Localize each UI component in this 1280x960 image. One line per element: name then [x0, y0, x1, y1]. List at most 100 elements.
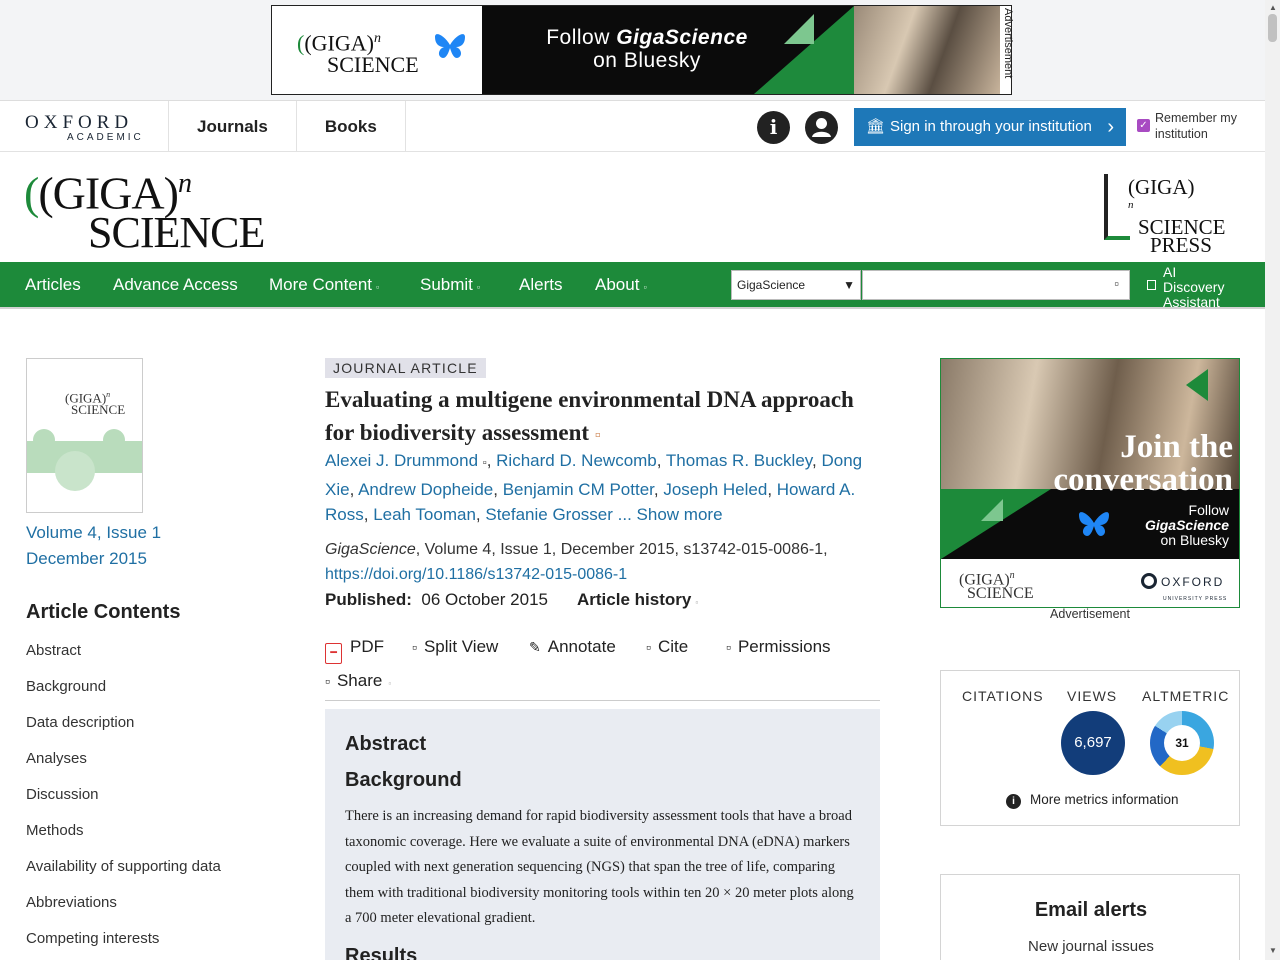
right-ad-headline-line1: Join the	[1120, 429, 1233, 465]
views-label: VIEWS	[1067, 688, 1118, 704]
cover-logo-line2: SCIENCE	[71, 402, 126, 418]
author-link[interactable]: Alexei J. Drummond	[325, 451, 478, 470]
institution-bank-icon: 🏛	[866, 118, 886, 135]
right-ad-follow-line3: on Bluesky	[1160, 532, 1229, 548]
scrollbar-thumb[interactable]	[1268, 14, 1277, 42]
toc-item-abstract[interactable]: Abstract	[26, 641, 221, 677]
share-button[interactable]: ▫ Share ▫	[325, 670, 391, 695]
scroll-up-arrow-icon[interactable]: ▲	[1269, 3, 1277, 12]
article-type-badge: JOURNAL ARTICLE	[325, 358, 486, 378]
article-contents-heading: Article Contents	[26, 601, 181, 623]
top-advertisement-banner[interactable]: ((GIGA)n SCIENCE Follow GigaScience on B…	[271, 5, 1012, 95]
show-more-authors-link[interactable]: ... Show more	[618, 505, 723, 524]
nav-submit[interactable]: Submit ▫	[420, 262, 480, 308]
nav-more-content-label: More Content	[269, 275, 372, 294]
gigascience-ad-logo: ((GIGA)n SCIENCE	[272, 6, 482, 94]
author-link[interactable]: Andrew Dopheide	[358, 480, 493, 499]
author-link[interactable]: Joseph Heled	[663, 480, 767, 499]
doi-link[interactable]: https://doi.org/10.1186/s13742-015-0086-…	[325, 566, 627, 583]
remember-checkbox[interactable]: ✓	[1137, 119, 1150, 132]
author-link[interactable]: Stefanie Grosser	[485, 505, 613, 524]
page-scrollbar[interactable]: ▲ ▼	[1265, 0, 1280, 960]
journal-name: GigaScience	[325, 541, 416, 558]
nav-books[interactable]: Books	[295, 101, 406, 152]
toc-item-abbreviations[interactable]: Abbreviations	[26, 893, 221, 929]
email-alerts-title: Email alerts	[1034, 899, 1148, 921]
open-access-icon: ▫	[594, 427, 601, 444]
article-title-text: Evaluating a multigene environmental DNA…	[325, 387, 854, 445]
nav-alerts[interactable]: Alerts	[519, 262, 562, 308]
search-icon[interactable]: ▫	[1114, 276, 1119, 291]
altmetric-label: ALTMETRIC	[1142, 688, 1230, 704]
nav-advance-access[interactable]: Advance Access	[113, 262, 238, 308]
nav-more-content[interactable]: More Content ▫	[269, 262, 379, 308]
gigascience-journal-logo[interactable]: ((GIGA)n SCIENCE	[24, 164, 265, 255]
altmetric-donut[interactable]: 31	[1150, 711, 1214, 775]
toc-item-background[interactable]: Background	[26, 677, 221, 713]
dropdown-icon: ▫	[476, 282, 481, 292]
views-count-badge[interactable]: 6,697	[1061, 711, 1125, 775]
quote-icon: ▫	[646, 639, 651, 655]
info-icon[interactable]: i	[757, 111, 790, 144]
toc-item-analyses[interactable]: Analyses	[26, 749, 221, 785]
right-advertisement[interactable]: Join the conversation Follow GigaScience…	[940, 358, 1240, 608]
nav-articles[interactable]: Articles	[25, 262, 81, 308]
author-link[interactable]: Thomas R. Buckley	[666, 451, 812, 470]
oxford-academic-header: OXFORD ACADEMIC Journals Books i 🏛 Sign …	[0, 100, 1265, 152]
citation-text: , Volume 4, Issue 1, December 2015, s137…	[415, 541, 828, 558]
ai-label-line3: Assistant	[1163, 294, 1220, 310]
toc-item-data-description[interactable]: Data description	[26, 713, 221, 749]
search-scope-select[interactable]: GigaScience ▼	[731, 270, 861, 300]
pencil-icon: ✎	[529, 639, 541, 655]
dropdown-icon: ▫	[643, 282, 647, 292]
new-issues-alert-link[interactable]: New journal issues	[941, 938, 1241, 955]
right-ad-logo-sup: n	[1009, 570, 1015, 581]
share-label: Share	[336, 671, 383, 690]
author-link[interactable]: Leah Tooman	[373, 505, 476, 524]
toc-item-methods[interactable]: Methods	[26, 821, 221, 857]
nav-alerts-label: Alerts	[519, 275, 563, 294]
oxford-logo-text: OXFORD	[25, 112, 134, 133]
more-metrics-link[interactable]: i More metrics information	[1006, 792, 1179, 809]
author-link[interactable]: Richard D. Newcomb	[496, 451, 657, 470]
ai-discovery-assistant-button[interactable]: AI Discovery Assistant	[1147, 265, 1247, 310]
pdf-icon: ━	[325, 643, 342, 664]
top-ad-message: Follow GigaScience on Bluesky	[517, 26, 777, 72]
volume-issue-link[interactable]: Volume 4, Issue 1 December 2015	[26, 520, 161, 572]
journal-brand-bar: ((GIGA)n SCIENCE (GIGA) n SCIENCE PRESS	[0, 152, 1265, 262]
scroll-down-arrow-icon[interactable]: ▼	[1269, 946, 1277, 955]
author-link[interactable]: Benjamin CM Potter	[503, 480, 654, 499]
toc-item-discussion[interactable]: Discussion	[26, 785, 221, 821]
right-ad-headline-line2: conversation	[1053, 462, 1233, 498]
advertisement-label: Advertisement	[1050, 607, 1130, 621]
green-triangle-decoration	[1186, 369, 1208, 401]
oxford-academic-logo[interactable]: OXFORD ACADEMIC	[25, 112, 144, 143]
background-paragraph: There is an increasing demand for rapid …	[345, 808, 854, 926]
gigascience-press-logo[interactable]: (GIGA) n SCIENCE PRESS	[1104, 172, 1244, 256]
nav-advance-access-label: Advance Access	[113, 275, 238, 294]
permissions-button[interactable]: ▫ Permissions	[726, 636, 831, 658]
annotate-button[interactable]: ✎ Annotate	[529, 636, 616, 658]
article-metrics-panel: CITATIONS VIEWS ALTMETRIC 6,697 31 i More…	[940, 670, 1240, 826]
journal-nav-bar: Articles Advance Access More Content ▫ Su…	[0, 262, 1265, 310]
cite-button[interactable]: ▫ Cite	[646, 636, 688, 658]
press-logo-text: (GIGA) n SCIENCE PRESS	[1128, 175, 1226, 256]
pdf-button[interactable]: ━ PDF	[325, 636, 384, 664]
article-history-button[interactable]: Article history ▫	[577, 588, 698, 615]
press-logo-line1: (GIGA)	[1128, 175, 1195, 199]
select-arrow-icon: ▼	[843, 278, 855, 292]
bluesky-butterfly-icon	[1076, 509, 1112, 549]
light-triangle-decoration	[784, 14, 814, 44]
issue-cover-image[interactable]: (GIGA)n SCIENCE	[26, 358, 143, 513]
ad-logo-sup: n	[373, 31, 381, 46]
top-ad-follow-text: Follow	[546, 26, 617, 49]
search-input[interactable]: ▫	[862, 270, 1130, 300]
toc-item-competing-interests[interactable]: Competing interests	[26, 929, 221, 960]
account-icon[interactable]	[805, 111, 838, 144]
sign-in-institution-button[interactable]: 🏛 Sign in through your institution ›	[854, 108, 1126, 146]
nav-about[interactable]: About ▫	[595, 262, 647, 308]
split-view-button[interactable]: ▫ Split View	[412, 636, 498, 658]
nav-journals[interactable]: Journals	[168, 101, 296, 152]
toc-item-availability[interactable]: Availability of supporting data	[26, 857, 221, 893]
remember-institution[interactable]: ✓ Remember my institution	[1137, 110, 1257, 142]
